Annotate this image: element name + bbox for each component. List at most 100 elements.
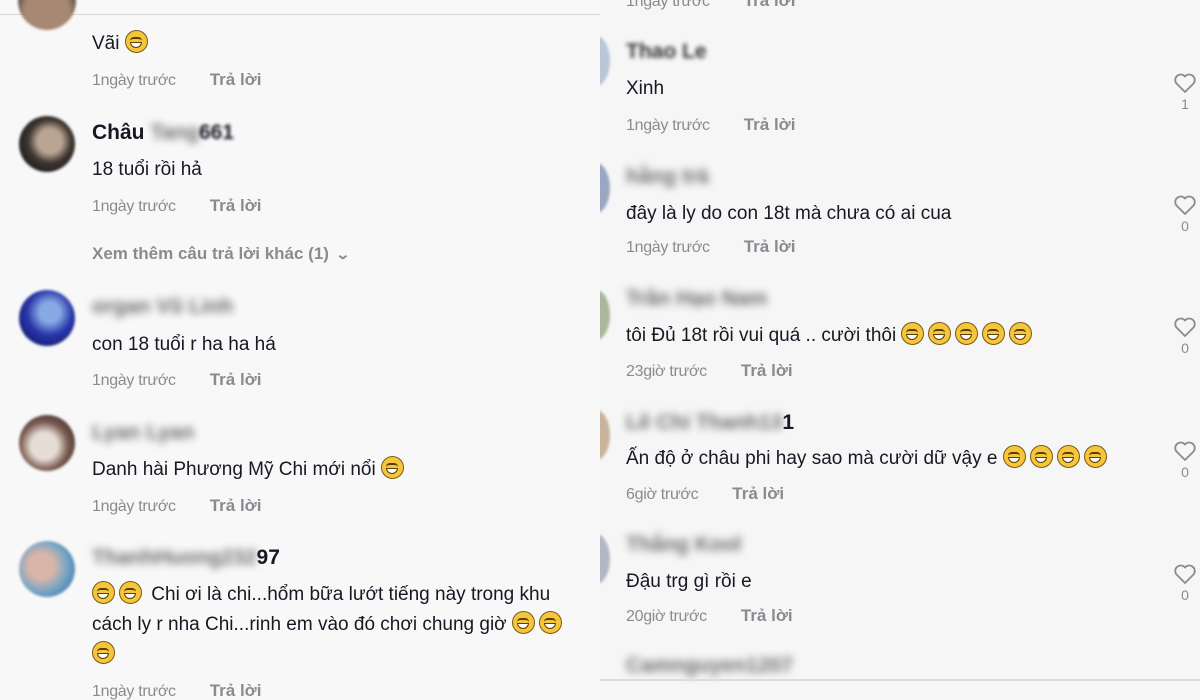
laughing-emoji-icon <box>955 322 979 345</box>
laughing-emoji-icon <box>1002 445 1026 468</box>
reply-button[interactable]: Trả lời <box>210 196 262 215</box>
view-more-replies-button[interactable]: Xem thêm câu trả lời khác (1) ⌄ <box>92 244 351 264</box>
avatar[interactable] <box>600 163 610 213</box>
comment-text: Đậu trg gì rồi e <box>626 571 752 592</box>
comment-username[interactable]: Lyan Lyan <box>92 421 194 445</box>
reply-button[interactable]: Trả lời <box>744 0 796 10</box>
comment-meta: 1ngày trước Trả lời <box>626 237 796 257</box>
reply-button[interactable]: Trả lời <box>732 484 784 503</box>
reply-button[interactable]: Trả lời <box>741 606 793 625</box>
heart-outline-icon <box>1174 73 1196 93</box>
reply-button[interactable]: Trả lời <box>210 496 262 515</box>
comment-username[interactable]: ThanhHuong23297 <box>92 546 280 570</box>
reply-button[interactable]: Trả lời <box>744 237 796 256</box>
laughing-emoji-icon <box>119 581 142 604</box>
heart-outline-icon <box>1174 564 1196 584</box>
divider <box>600 679 1200 681</box>
comment-time: 1ngày trước <box>92 372 176 389</box>
laughing-emoji-icon <box>1083 445 1107 468</box>
laughing-emoji-icon <box>1029 445 1053 468</box>
laughing-emoji-icon <box>1056 445 1080 468</box>
reply-button[interactable]: Trả lời <box>210 70 262 89</box>
comment-time: 1ngày trước <box>92 72 176 89</box>
laughing-emoji-icon <box>1009 322 1033 345</box>
comment-text-line <box>92 640 119 670</box>
comment-meta: 1ngày trước Trả lời <box>92 370 262 390</box>
comment-username[interactable]: Lê Chi Thanh131 <box>626 411 794 435</box>
avatar[interactable] <box>19 116 75 172</box>
comment-meta: 1ngày trước Trả lời <box>626 0 796 11</box>
like-button[interactable]: 1 <box>1170 72 1200 112</box>
comment-time: 1ngày trước <box>626 239 710 256</box>
comments-panel-right: 1ngày trước Trả lời Thao Le Xinh 1ngày tr… <box>600 0 1200 700</box>
avatar[interactable] <box>19 290 75 346</box>
comment-meta: 1ngày trước Trả lời <box>92 70 262 90</box>
comment-meta: 6giờ trước Trả lời <box>626 484 784 504</box>
avatar[interactable] <box>600 410 610 460</box>
comment-username[interactable]: Thao Le <box>626 40 707 64</box>
comment-text: tôi Đủ 18t rồi vui quá .. cười thôi <box>626 321 1036 351</box>
comment-text: đây là ly do con 18t mà chưa có ai cua <box>626 203 952 224</box>
laughing-emoji-icon <box>928 322 952 345</box>
comment-meta: 1ngày trước Trả lời <box>626 115 796 135</box>
comment-username[interactable]: Châu Tang661 <box>92 121 234 145</box>
laughing-emoji-icon <box>124 30 148 53</box>
avatar[interactable] <box>600 36 610 86</box>
comment-text: Vãi <box>92 29 152 59</box>
comment-text: Ấn độ ở châu phi hay sao mà cười dữ vậy … <box>626 444 1111 474</box>
comment-meta: 1ngày trước Trả lời <box>92 196 262 216</box>
comment-meta: 20giờ trước Trả lời <box>626 606 793 626</box>
comment-time: 1ngày trước <box>92 683 176 700</box>
comment-username[interactable]: hằng trà <box>626 165 709 189</box>
like-count: 1 <box>1181 96 1189 112</box>
like-count: 0 <box>1181 464 1189 480</box>
reply-button[interactable]: Trả lời <box>210 681 262 700</box>
comment-time: 6giờ trước <box>626 486 699 503</box>
comment-username[interactable]: organ Vũ Linh <box>92 295 233 319</box>
heart-outline-icon <box>1174 317 1196 337</box>
avatar[interactable] <box>19 541 75 597</box>
laughing-emoji-icon <box>901 322 925 345</box>
comment-username[interactable]: Trần Hạo Nam <box>626 287 767 311</box>
comment-username[interactable]: Thắng Kool <box>626 533 741 557</box>
chevron-down-icon: ⌄ <box>335 246 351 262</box>
reply-button[interactable]: Trả lời <box>741 361 793 380</box>
comment-meta: 23giờ trước Trả lời <box>626 361 793 381</box>
comment-time: 1ngày trước <box>626 117 710 134</box>
laughing-emoji-icon <box>92 581 115 604</box>
comment-text: Danh hài Phương Mỹ Chi mới nổi <box>92 455 408 485</box>
comment-time: 1ngày trước <box>92 498 176 515</box>
avatar[interactable] <box>600 290 610 340</box>
comment-text: 18 tuổi rồi hả <box>92 159 202 180</box>
like-count: 0 <box>1181 587 1189 603</box>
laughing-emoji-icon <box>511 611 535 634</box>
like-button[interactable]: 0 <box>1170 563 1200 603</box>
reply-button[interactable]: Trả lời <box>210 370 262 389</box>
comment-time: 20giờ trước <box>626 608 707 625</box>
laughing-emoji-icon <box>538 611 562 634</box>
divider <box>0 14 600 15</box>
comments-panel-left: Vãi 1ngày trước Trả lời Châu Tang661 18 t… <box>0 0 600 700</box>
heart-outline-icon <box>1174 441 1196 461</box>
like-button[interactable]: 0 <box>1170 316 1200 356</box>
like-count: 0 <box>1181 340 1189 356</box>
reply-button[interactable]: Trả lời <box>744 115 796 134</box>
heart-outline-icon <box>1174 195 1196 215</box>
avatar[interactable] <box>19 415 75 471</box>
comment-meta: 1ngày trước Trả lời <box>92 496 262 516</box>
like-count: 0 <box>1181 218 1189 234</box>
laughing-emoji-icon <box>982 322 1006 345</box>
avatar[interactable] <box>18 0 76 30</box>
comment-time: 1ngày trước <box>626 0 710 10</box>
comment-text: con 18 tuổi r ha ha há <box>92 334 276 355</box>
like-button[interactable]: 0 <box>1170 194 1200 234</box>
comment-text-line: cách ly r nha Chi...rinh em vào đó chơi … <box>92 610 566 640</box>
avatar[interactable] <box>600 534 610 584</box>
laughing-emoji-icon <box>92 641 115 664</box>
comment-time: 1ngày trước <box>92 198 176 215</box>
comment-text: Xinh <box>626 78 665 99</box>
laughing-emoji-icon <box>380 456 404 479</box>
like-button[interactable]: 0 <box>1170 440 1200 480</box>
comment-time: 23giờ trước <box>626 363 707 380</box>
comment-username[interactable]: Camnguyen1207 <box>626 654 793 678</box>
